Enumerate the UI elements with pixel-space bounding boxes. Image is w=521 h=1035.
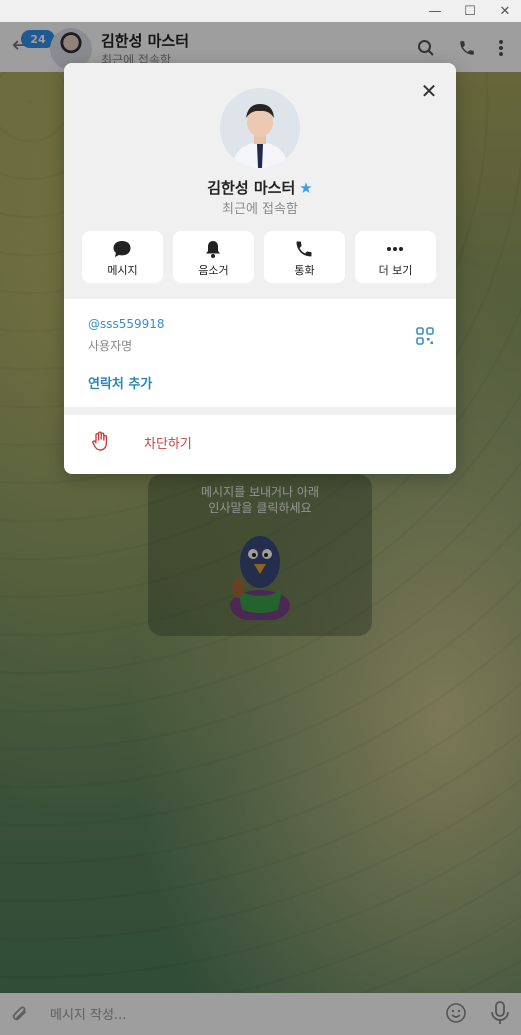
window-titlebar: — ☐ ✕ <box>0 0 521 22</box>
message-button[interactable]: 메시지 <box>82 231 163 283</box>
profile-avatar[interactable] <box>220 88 300 168</box>
message-button-label: 메시지 <box>107 264 138 277</box>
section-divider <box>64 407 456 415</box>
block-user-button[interactable]: 차단하기 <box>64 415 456 467</box>
username-caption: 사용자명 <box>88 339 133 353</box>
close-window-button[interactable]: ✕ <box>488 0 521 22</box>
username-link[interactable]: @sss559918 <box>88 317 165 331</box>
phone-icon <box>296 241 312 257</box>
message-icon <box>113 241 131 257</box>
call-button[interactable]: 통화 <box>264 231 345 283</box>
profile-modal: ✕ 김한성 마스터 ★ 최근에 접속함 메시지 음소거 통화 더 보기 @sss5… <box>64 63 456 474</box>
close-icon[interactable]: ✕ <box>418 80 440 102</box>
block-user-label: 차단하기 <box>144 437 192 452</box>
profile-status: 최근에 접속함 <box>222 202 298 217</box>
mute-button[interactable]: 음소거 <box>173 231 254 283</box>
bell-icon <box>206 241 220 258</box>
profile-name: 김한성 마스터 <box>207 179 296 197</box>
maximize-button[interactable]: ☐ <box>453 0 487 22</box>
star-icon: ★ <box>299 179 313 197</box>
minimize-button[interactable]: — <box>418 0 452 22</box>
call-button-label: 통화 <box>294 264 315 277</box>
more-horizontal-icon <box>387 247 403 251</box>
add-contact-button[interactable]: 연락처 추가 <box>88 373 152 392</box>
hand-stop-icon <box>92 431 108 451</box>
qr-code-icon[interactable] <box>416 327 434 345</box>
profile-name-row: 김한성 마스터 ★ <box>64 177 456 198</box>
more-button-label: 더 보기 <box>378 264 413 277</box>
mute-button-label: 음소거 <box>198 264 229 277</box>
more-button[interactable]: 더 보기 <box>355 231 436 283</box>
